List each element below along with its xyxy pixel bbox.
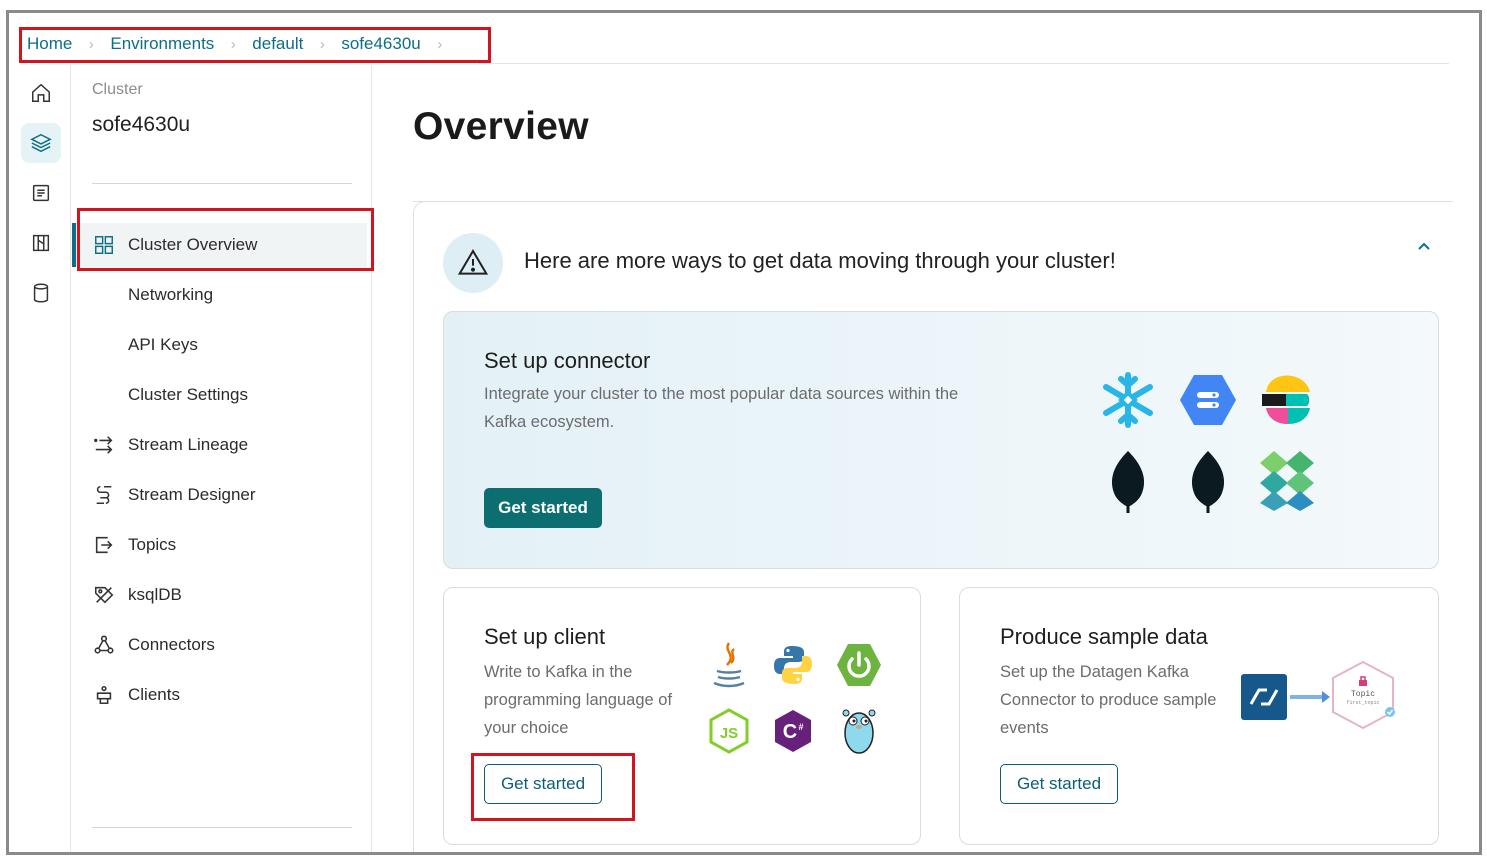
breadcrumb-home[interactable]: Home bbox=[27, 34, 72, 54]
nav-item-networking[interactable]: Networking bbox=[72, 273, 367, 317]
spring-logo bbox=[834, 640, 884, 690]
client-card-desc-line1: Write to Kafka in the bbox=[484, 663, 633, 681]
nav-subtitle: Cluster bbox=[92, 81, 143, 98]
nav-item-label: Networking bbox=[128, 285, 214, 304]
elastic-logo bbox=[1256, 370, 1316, 430]
clients-icon bbox=[92, 683, 116, 707]
rail-map-button[interactable] bbox=[21, 223, 61, 263]
map-icon bbox=[32, 234, 50, 252]
nav-item-ksqldb[interactable]: ksqlDB bbox=[72, 573, 367, 617]
chevron-right-icon: › bbox=[319, 35, 325, 53]
connector-get-started-button[interactable]: Get started bbox=[484, 488, 602, 528]
warning-icon bbox=[457, 249, 489, 275]
client-get-started-button[interactable]: Get started bbox=[484, 764, 602, 804]
cluster-nav: Cluster sofe4630u Cluster Overview Netwo… bbox=[72, 65, 372, 852]
nav-item-label: Cluster Overview bbox=[128, 235, 258, 254]
breadcrumb-cluster[interactable]: sofe4630u bbox=[341, 34, 420, 54]
client-card-desc-line3: your choice bbox=[484, 719, 569, 737]
nav-divider bbox=[92, 183, 352, 184]
java-logo bbox=[706, 640, 752, 690]
topic-hexagon: Topic first_topic bbox=[1330, 660, 1396, 730]
breadcrumb-divider bbox=[479, 63, 1449, 64]
csharp-logo: C # bbox=[770, 706, 816, 756]
document-icon bbox=[32, 184, 50, 202]
chevron-right-icon: › bbox=[88, 35, 94, 53]
database-icon bbox=[33, 283, 49, 303]
icon-rail bbox=[9, 65, 71, 852]
svg-text:C: C bbox=[783, 721, 797, 743]
sample-data-card: Produce sample data Set up the Datagen K… bbox=[959, 587, 1439, 845]
snowflake-logo bbox=[1098, 370, 1158, 430]
nav-item-label: Connectors bbox=[128, 635, 215, 654]
stream-lineage-icon bbox=[92, 433, 116, 457]
rail-environments-button[interactable] bbox=[21, 123, 61, 163]
nav-item-topics[interactable]: Topics bbox=[72, 523, 367, 567]
cluster-name: sofe4630u bbox=[92, 113, 191, 136]
arrow-right-icon bbox=[1288, 688, 1332, 706]
stream-designer-icon bbox=[92, 483, 116, 507]
chevron-right-icon: › bbox=[230, 35, 236, 53]
nav-item-cluster-overview[interactable]: Cluster Overview bbox=[72, 223, 367, 267]
home-icon bbox=[32, 83, 50, 102]
chevron-up-icon bbox=[1418, 242, 1430, 250]
nav-item-stream-designer[interactable]: Stream Designer bbox=[72, 473, 367, 517]
nav-item-label: API Keys bbox=[128, 335, 198, 354]
sample-card-desc-line3: events bbox=[1000, 719, 1049, 737]
nav-item-label: Clients bbox=[128, 685, 180, 704]
datagen-logo bbox=[1240, 674, 1288, 720]
sample-get-started-button[interactable]: Get started bbox=[1000, 764, 1118, 804]
client-card-desc-line2: programming language of bbox=[484, 691, 673, 709]
bigquery-logo bbox=[1178, 370, 1238, 430]
rail-database-button[interactable] bbox=[21, 273, 61, 313]
svg-text:JS: JS bbox=[720, 725, 738, 742]
page-title: Overview bbox=[413, 105, 589, 148]
warning-badge bbox=[443, 233, 503, 293]
topics-icon bbox=[92, 533, 116, 557]
rail-home-button[interactable] bbox=[21, 73, 61, 113]
nav-item-api-keys[interactable]: API Keys bbox=[72, 323, 367, 367]
topic-label: Topic bbox=[1350, 690, 1375, 699]
nav-item-label: Stream Lineage bbox=[128, 435, 249, 454]
nav-item-label: Cluster Settings bbox=[128, 385, 248, 404]
connector-card: Set up connector Integrate your cluster … bbox=[443, 311, 1439, 569]
sample-card-title: Produce sample data bbox=[1000, 624, 1208, 649]
rail-docs-button[interactable] bbox=[21, 173, 61, 213]
go-gopher-logo bbox=[834, 704, 884, 756]
breadcrumb: Home › Environments › default › sofe4630… bbox=[27, 31, 459, 57]
ksqldb-icon bbox=[92, 583, 116, 607]
nav-item-stream-lineage[interactable]: Stream Lineage bbox=[72, 423, 367, 467]
connector-card-title: Set up connector bbox=[484, 348, 651, 373]
sample-card-desc-line1: Set up the Datagen Kafka bbox=[1000, 663, 1189, 681]
topic-name: first_topic bbox=[1346, 700, 1380, 706]
mongodb-logo bbox=[1098, 448, 1158, 514]
client-card: Set up client Write to Kafka in the prog… bbox=[443, 587, 921, 845]
connector-card-desc-line1: Integrate your cluster to the most popul… bbox=[484, 385, 959, 403]
app-window: Home › Environments › default › sofe4630… bbox=[6, 10, 1482, 855]
svg-text:#: # bbox=[798, 722, 803, 732]
breadcrumb-environments[interactable]: Environments bbox=[110, 34, 214, 54]
nav-item-clients[interactable]: Clients bbox=[72, 673, 367, 717]
chevron-right-icon: › bbox=[437, 35, 443, 53]
grid-icon bbox=[92, 233, 116, 257]
breadcrumb-default[interactable]: default bbox=[252, 34, 303, 54]
nodejs-logo: JS bbox=[706, 706, 752, 756]
mongodb-logo bbox=[1178, 448, 1238, 514]
layers-icon bbox=[30, 133, 52, 153]
connectors-icon bbox=[92, 633, 116, 657]
collapse-button[interactable] bbox=[1411, 233, 1437, 259]
nav-divider bbox=[92, 827, 352, 828]
python-logo bbox=[770, 640, 816, 690]
sample-card-desc-line2: Connector to produce sample bbox=[1000, 691, 1217, 709]
nav-item-cluster-settings[interactable]: Cluster Settings bbox=[72, 373, 367, 417]
nav-item-label: Topics bbox=[128, 535, 177, 554]
generic-connector-logo bbox=[1256, 448, 1318, 512]
nav-item-label: Stream Designer bbox=[128, 485, 256, 504]
nav-item-label: ksqlDB bbox=[128, 585, 182, 604]
panel-headline: Here are more ways to get data moving th… bbox=[524, 248, 1116, 273]
nav-item-connectors[interactable]: Connectors bbox=[72, 623, 367, 667]
connector-card-desc-line2: Kafka ecosystem. bbox=[484, 413, 615, 431]
client-card-title: Set up client bbox=[484, 624, 606, 649]
